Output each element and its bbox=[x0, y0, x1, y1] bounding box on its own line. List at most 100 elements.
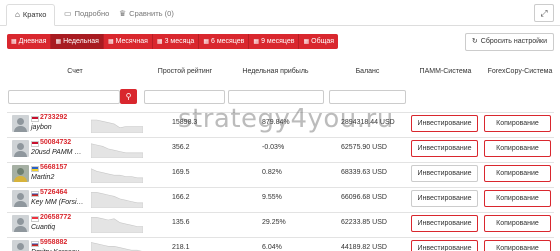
balance-sparkline bbox=[91, 217, 143, 233]
calendar-icon: ▦ bbox=[253, 39, 260, 45]
table-row: 5958882Dmitry Karasev…218.16.04%44189.82… bbox=[7, 237, 554, 251]
tab-brief[interactable]: ⌂ Кратко bbox=[6, 4, 56, 26]
refresh-icon: ↻ bbox=[471, 38, 478, 45]
document-icon: ▭ bbox=[64, 9, 72, 18]
rating-value: 166.2 bbox=[172, 194, 190, 201]
period-selector: ▦ Дневная ▦ Недельная ▦ Месячная ▦ 3 месяца … bbox=[7, 34, 339, 49]
balance-value: 68339.63 USD bbox=[341, 169, 387, 176]
country-flag-icon bbox=[31, 166, 39, 172]
tab-detailed[interactable]: ▭ Подробно bbox=[56, 4, 117, 26]
table-row: 20658772 Cuantiq 135.6 29.25% 62233.85 USD Ин… bbox=[7, 212, 554, 234]
balance-sparkline bbox=[91, 168, 143, 183]
rating-value: 169.5 bbox=[172, 169, 190, 176]
column-header-weekly-profit: Недельная прибыль bbox=[242, 68, 309, 75]
sparkline-area bbox=[91, 168, 143, 183]
account-name: Martin2 bbox=[31, 174, 55, 181]
table-row: 5726464 Key MM (Forsi… 166.2 9.55% 66096.68 … bbox=[7, 187, 554, 209]
weekly-profit-value: 29.25% bbox=[262, 219, 286, 226]
invest-button[interactable]: Инвестирование bbox=[411, 215, 478, 232]
table-row: 50084732 20usd PAMM … 356.2 -0.03% 62575.90 … bbox=[7, 137, 554, 159]
sparkline-area bbox=[91, 242, 143, 251]
country-flag-icon bbox=[31, 241, 39, 247]
balance-sparkline bbox=[91, 192, 143, 208]
sparkline-area bbox=[91, 192, 143, 208]
calendar-icon: ▦ bbox=[203, 39, 210, 45]
calendar-icon: ▦ bbox=[11, 39, 17, 45]
account-name: Key MM (Forsi… bbox=[31, 199, 84, 206]
period-weekly[interactable]: ▦ Недельная bbox=[51, 34, 104, 49]
copy-button[interactable]: Копирование bbox=[484, 240, 551, 251]
copy-button[interactable]: Копирование bbox=[484, 140, 551, 157]
avatar bbox=[12, 140, 29, 157]
period-9-months[interactable]: ▦ 9 месяцев bbox=[249, 34, 300, 49]
invest-button[interactable]: Инвестирование bbox=[411, 140, 478, 157]
copy-button[interactable]: Копирование bbox=[484, 115, 551, 132]
balance-value: 66096.68 USD bbox=[341, 194, 387, 201]
invest-button[interactable]: Инвестирование bbox=[411, 240, 478, 251]
rating-filter-input[interactable] bbox=[144, 90, 225, 104]
account-number-link[interactable]: 20658772 bbox=[40, 214, 71, 221]
expand-button[interactable]: ⤢ bbox=[534, 4, 554, 22]
table-row: 5668157 Martin2 169.5 0.82% 68339.63 USD Инве… bbox=[7, 162, 554, 184]
search-button[interactable]: ⚲ bbox=[120, 89, 137, 104]
avatar bbox=[12, 165, 29, 182]
copy-button[interactable]: Копирование bbox=[484, 215, 551, 232]
expand-icon: ⤢ bbox=[540, 8, 548, 18]
period-daily[interactable]: ▦ Дневная bbox=[7, 34, 52, 49]
search-icon: ⚲ bbox=[125, 92, 132, 101]
balance-sparkline bbox=[91, 119, 143, 133]
period-total[interactable]: ▦ Общая bbox=[299, 34, 338, 49]
rating-value: 135.6 bbox=[172, 219, 190, 226]
avatar bbox=[12, 215, 29, 232]
invest-button[interactable]: Инвестирование bbox=[411, 115, 478, 132]
balance-sparkline bbox=[91, 143, 143, 158]
weekly-profit-value: 0.82% bbox=[262, 169, 282, 176]
account-search-input[interactable] bbox=[8, 90, 120, 104]
balance-sparkline bbox=[91, 242, 143, 251]
rating-value: 356.2 bbox=[172, 144, 190, 151]
country-flag-icon bbox=[31, 216, 39, 222]
sparkline-area bbox=[91, 217, 143, 233]
avatar bbox=[12, 190, 29, 207]
column-header-balance: Баланс bbox=[355, 68, 380, 75]
account-name: jaybon bbox=[31, 124, 52, 131]
account-number-link[interactable]: 5726464 bbox=[40, 189, 67, 196]
column-header-rating: Простой рейтинг bbox=[157, 68, 213, 75]
period-6-months[interactable]: ▦ 6 месяцев bbox=[199, 34, 250, 49]
column-header-pamm: ПАММ-Система bbox=[419, 68, 472, 75]
invest-button[interactable]: Инвестирование bbox=[411, 190, 478, 207]
tab-compare[interactable]: ♛ Сравнить (0) bbox=[111, 4, 182, 26]
sparkline-area bbox=[91, 119, 143, 133]
account-number-link[interactable]: 2733292 bbox=[40, 114, 67, 121]
calendar-icon: ▦ bbox=[55, 39, 62, 45]
period-monthly[interactable]: ▦ Месячная bbox=[104, 34, 153, 49]
weekly-profit-value: -0.03% bbox=[262, 144, 285, 151]
column-header-account: Счет bbox=[67, 68, 83, 75]
invest-button[interactable]: Инвестирование bbox=[411, 165, 478, 182]
period-3-months[interactable]: ▦ 3 месяца bbox=[153, 34, 200, 49]
country-flag-icon bbox=[31, 141, 39, 147]
avatar bbox=[12, 115, 29, 132]
copy-button[interactable]: Копирование bbox=[484, 190, 551, 207]
home-icon: ⌂ bbox=[15, 10, 20, 19]
calendar-icon: ▦ bbox=[156, 39, 163, 45]
column-header-forexcopy: ForexCopy-Система bbox=[487, 68, 553, 75]
copy-button[interactable]: Копирование bbox=[484, 165, 551, 182]
account-name: Cuantiq bbox=[31, 224, 56, 231]
reset-settings-button[interactable]: ↻ Сбросить настройки bbox=[464, 33, 554, 51]
balance-value: 44189.82 USD bbox=[341, 244, 387, 251]
weekly-profit-value: 6.04% bbox=[262, 244, 282, 251]
country-flag-icon bbox=[31, 116, 39, 122]
country-flag-icon bbox=[31, 191, 39, 197]
balance-value: 62233.85 USD bbox=[341, 219, 387, 226]
view-tabs: ⌂ Кратко ▭ Подробно ♛ Сравнить (0) ⤢ bbox=[0, 0, 560, 26]
account-number-link[interactable]: 5668157 bbox=[40, 164, 67, 171]
balance-filter-input[interactable] bbox=[329, 90, 406, 104]
watermark: strategy4you.ru bbox=[178, 104, 394, 134]
balance-value: 62575.90 USD bbox=[341, 144, 387, 151]
account-name: 20usd PAMM … bbox=[31, 149, 82, 156]
account-number-link[interactable]: 50084732 bbox=[40, 139, 71, 146]
calendar-icon: ▦ bbox=[303, 39, 310, 45]
weekly-filter-input[interactable] bbox=[228, 90, 324, 104]
account-number-link[interactable]: 5958882 bbox=[40, 239, 67, 246]
